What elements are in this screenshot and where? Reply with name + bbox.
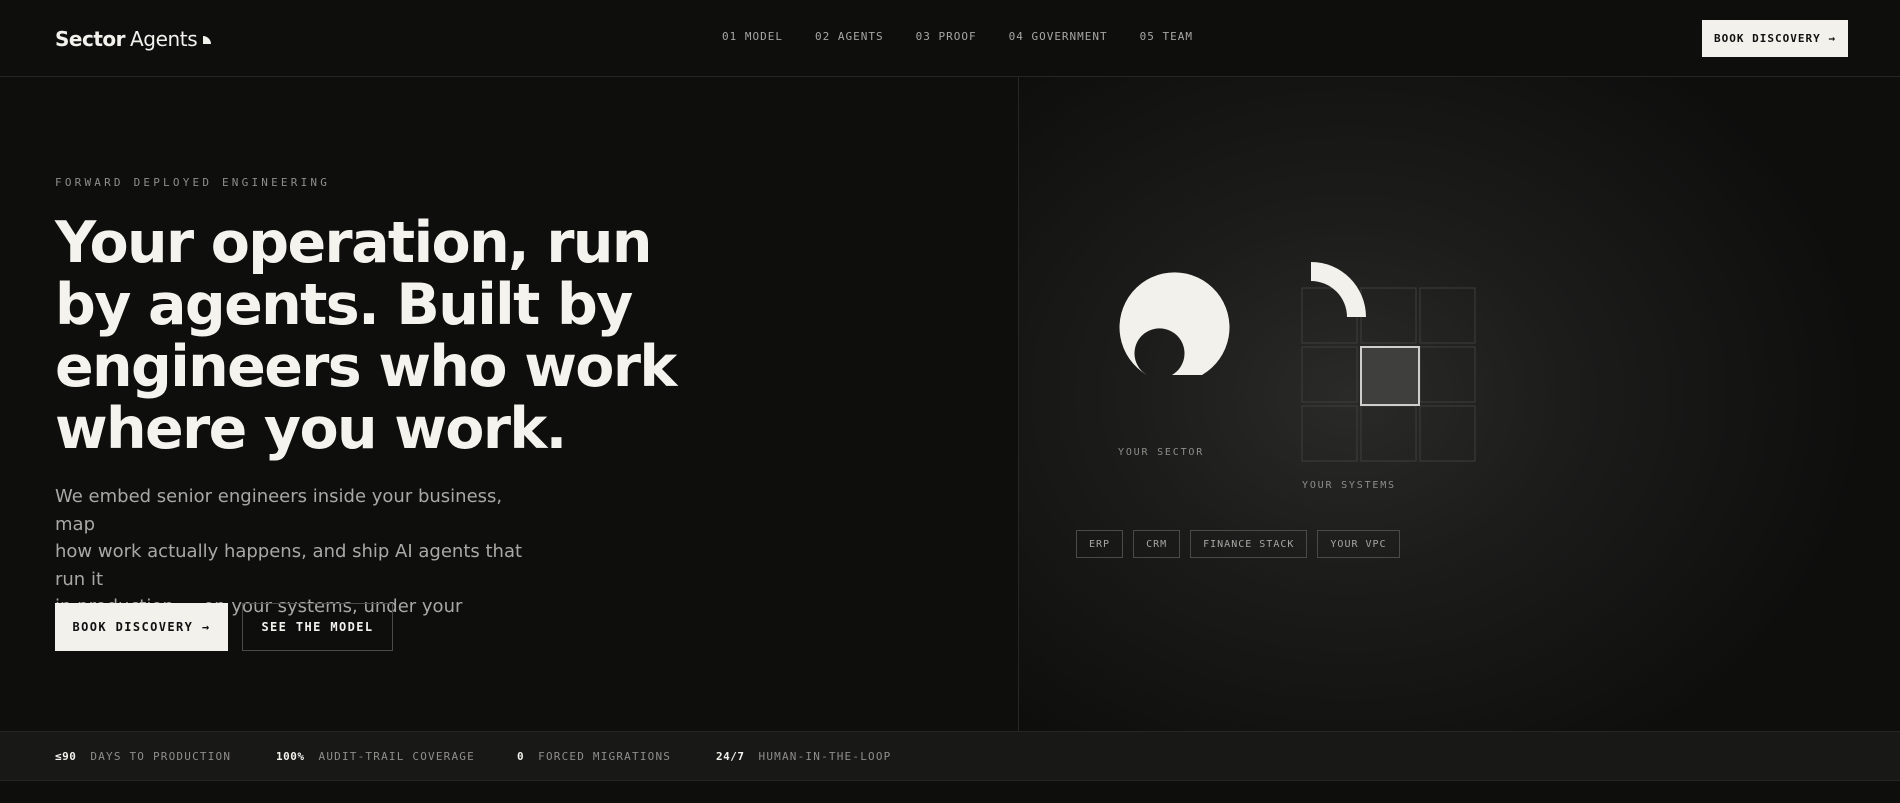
headline-line: where you work.: [55, 396, 567, 462]
headline-line: Your operation, run: [55, 210, 652, 276]
stats-band: ≤90 DAYS TO PRODUCTION 100% AUDIT-TRAIL …: [0, 731, 1900, 781]
stat-value: ≤90: [55, 750, 77, 763]
nav-item-model[interactable]: 01 MODEL: [722, 30, 783, 43]
stat-item: 24/7 HUMAN-IN-THE-LOOP: [716, 750, 891, 763]
brand-logo[interactable]: Sector Agents: [55, 26, 212, 52]
sector-ring-icon: [1119, 272, 1230, 375]
stat-value: 24/7: [716, 750, 745, 763]
nav-item-proof[interactable]: 03 PROOF: [916, 30, 977, 43]
sector-caption: YOUR SECTOR: [1118, 447, 1205, 458]
stat-label: AUDIT-TRAIL COVERAGE: [318, 750, 475, 763]
see-the-model-button[interactable]: SEE THE MODEL: [242, 603, 393, 651]
grid-cell: [1419, 405, 1476, 462]
stat-label: DAYS TO PRODUCTION: [90, 750, 232, 763]
grid-cell: [1360, 405, 1417, 462]
grid-cell: [1301, 346, 1358, 403]
stat-label: FORCED MIGRATIONS: [538, 750, 672, 763]
system-tags: ERP CRM FINANCE STACK YOUR VPC: [1076, 530, 1400, 558]
grid-cell: [1419, 287, 1476, 344]
systems-caption: YOUR SYSTEMS: [1302, 480, 1396, 491]
nav-item-team[interactable]: 05 TEAM: [1140, 30, 1193, 43]
stat-value: 100%: [276, 750, 305, 763]
hero-diagram-panel: YOUR SECTOR YOUR SYSTEMS ERP CRM FINANCE…: [1018, 77, 1900, 731]
hero-headline: Your operation, run by agents. Built by …: [55, 212, 695, 460]
headline-line: by agents. Built by: [55, 272, 633, 338]
grid-cell: [1360, 287, 1417, 344]
grid-cell: [1419, 346, 1476, 403]
tag-erp: ERP: [1076, 530, 1124, 558]
stat-value: 0: [517, 750, 525, 763]
description-line: how work actually happens, and ship AI a…: [55, 541, 523, 590]
tag-crm: CRM: [1133, 530, 1181, 558]
nav-item-agents[interactable]: 02 AGENTS: [815, 30, 884, 43]
sector-systems-diagram: [1119, 262, 1476, 462]
stat-item: 0 FORCED MIGRATIONS: [517, 750, 671, 763]
stat-label: HUMAN-IN-THE-LOOP: [758, 750, 892, 763]
book-discovery-button[interactable]: BOOK DISCOVERY →: [55, 603, 228, 651]
quarter-circle-icon: [1311, 262, 1366, 317]
hero-eyebrow: FORWARD DEPLOYED ENGINEERING: [55, 176, 331, 189]
main-nav: 01 MODEL 02 AGENTS 03 PROOF 04 GOVERNMEN…: [722, 30, 1193, 43]
tag-finance-stack: FINANCE STACK: [1190, 530, 1308, 558]
tag-your-vpc: YOUR VPC: [1317, 530, 1400, 558]
description-line: We embed senior engineers inside your bu…: [55, 486, 503, 535]
grid-cell-active: [1360, 346, 1420, 406]
header-book-discovery-button[interactable]: BOOK DISCOVERY →: [1702, 20, 1848, 57]
headline-line: engineers who work: [55, 334, 677, 400]
stat-item: ≤90 DAYS TO PRODUCTION: [55, 750, 231, 763]
grid-cell: [1301, 405, 1358, 462]
brand-mark-icon: [203, 36, 212, 44]
stat-item: 100% AUDIT-TRAIL COVERAGE: [276, 750, 475, 763]
brand-word-sector: Sector: [55, 27, 126, 51]
nav-item-government[interactable]: 04 GOVERNMENT: [1009, 30, 1108, 43]
brand-word-agents: Agents: [130, 27, 198, 51]
site-header: Sector Agents 01 MODEL 02 AGENTS 03 PROO…: [0, 0, 1900, 77]
